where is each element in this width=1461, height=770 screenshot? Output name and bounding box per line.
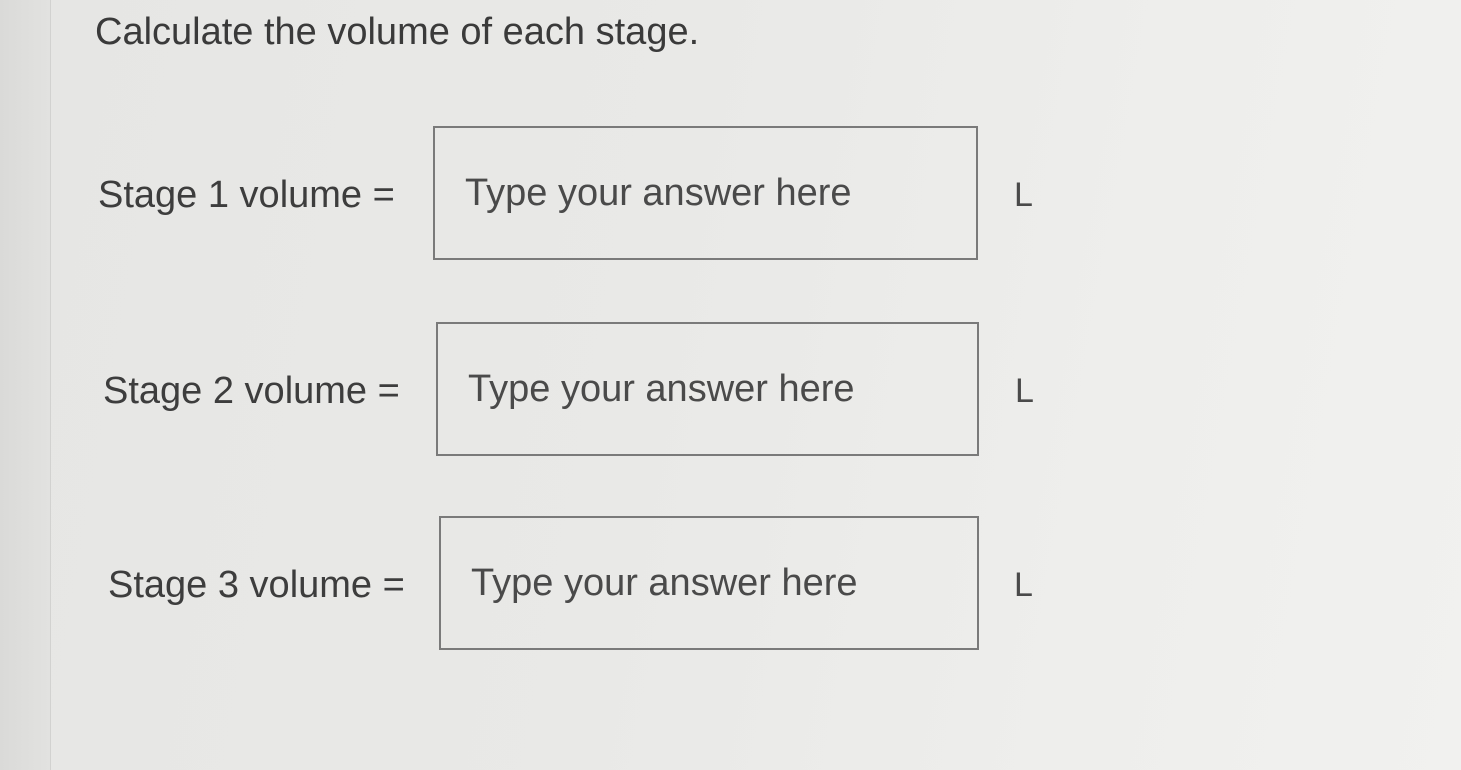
stage-1-row: Stage 1 volume = L [0, 126, 1100, 264]
stage-2-row: Stage 2 volume = L [0, 322, 1100, 460]
stage-2-label: Stage 2 volume = [103, 370, 400, 412]
stage-2-unit: L [1015, 372, 1034, 410]
stage-1-volume-input[interactable] [435, 128, 976, 258]
question-prompt: Calculate the volume of each stage. [95, 11, 700, 53]
stage-1-unit: L [1014, 176, 1033, 214]
stage-3-row: Stage 3 volume = L [0, 516, 1100, 654]
stage-3-label: Stage 3 volume = [108, 564, 405, 606]
stage-1-label: Stage 1 volume = [98, 174, 395, 216]
stage-2-volume-input[interactable] [438, 324, 977, 454]
stage-1-answer-box [433, 126, 978, 260]
stage-3-unit: L [1014, 566, 1033, 604]
stage-2-answer-box [436, 322, 979, 456]
stage-3-volume-input[interactable] [441, 518, 977, 648]
stage-3-answer-box [439, 516, 979, 650]
